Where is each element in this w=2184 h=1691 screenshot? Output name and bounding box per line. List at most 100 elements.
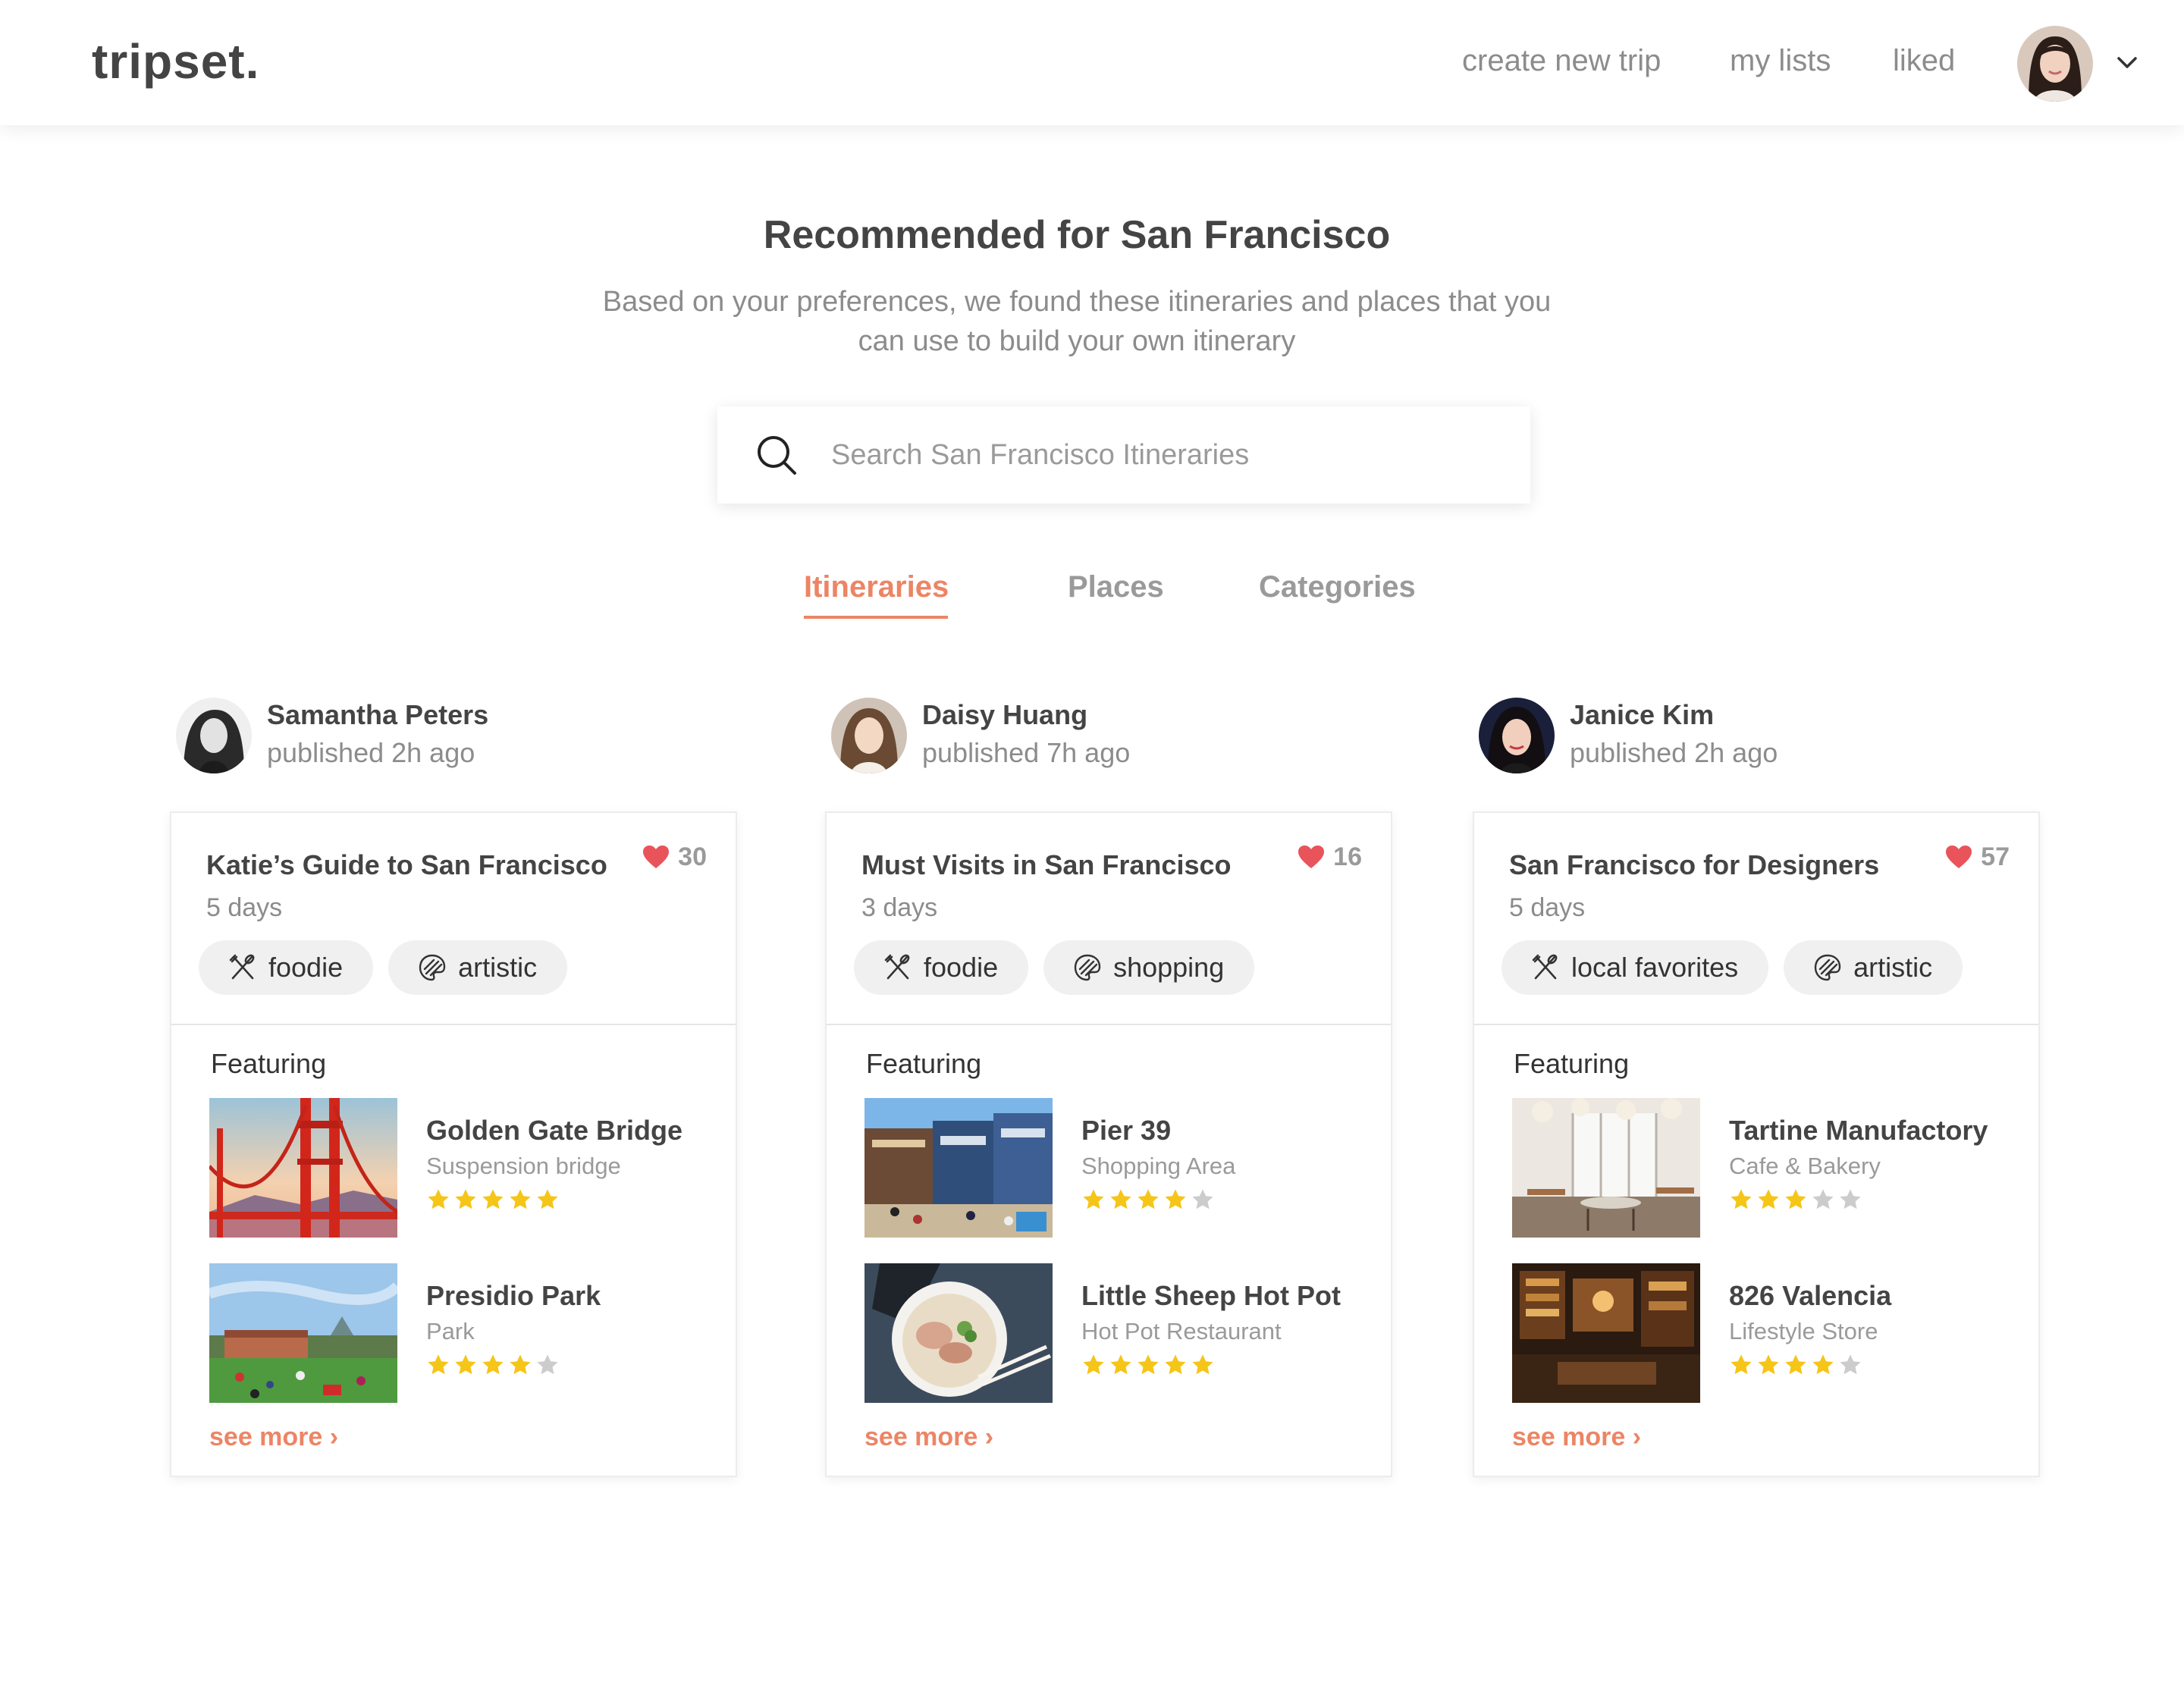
star-empty-icon [1838, 1353, 1862, 1377]
star-filled-icon [1784, 1353, 1808, 1377]
author-2[interactable]: Daisy Huang published 7h ago [831, 698, 1362, 776]
place-photo [864, 1098, 1053, 1238]
star-filled-icon [1811, 1353, 1835, 1377]
star-filled-icon [481, 1353, 505, 1377]
see-more-link[interactable]: see more › [209, 1423, 338, 1452]
star-filled-icon [508, 1353, 532, 1377]
itinerary-title[interactable]: Katie’s Guide to San Francisco [206, 849, 607, 881]
see-more-link[interactable]: see more › [1512, 1423, 1641, 1452]
star-rating [1729, 1353, 1862, 1377]
star-empty-icon [1838, 1187, 1862, 1212]
utensils-icon [1530, 952, 1561, 983]
nav-my-lists[interactable]: my lists [1730, 44, 1831, 78]
star-filled-icon [1136, 1353, 1160, 1377]
logo[interactable]: tripset. [92, 33, 259, 89]
star-filled-icon [1729, 1353, 1753, 1377]
tag-list: foodie artistic [199, 940, 568, 995]
place-item[interactable]: Tartine Manufactory Cafe & Bakery [1512, 1098, 2013, 1238]
author-name: Samantha Peters [267, 699, 489, 730]
place-name: Little Sheep Hot Pot [1081, 1280, 1341, 1311]
star-rating [1729, 1187, 1862, 1212]
itinerary-card[interactable]: Katie’s Guide to San Francisco 30 5 days… [170, 811, 737, 1477]
place-item[interactable]: Little Sheep Hot Pot Hot Pot Restaurant [864, 1263, 1365, 1403]
featuring-label: Featuring [866, 1048, 982, 1079]
place-item[interactable]: 826 Valencia Lifestyle Store [1512, 1263, 2013, 1403]
heart-icon [643, 846, 670, 868]
tag-label: foodie [924, 952, 999, 983]
utensils-icon [883, 952, 913, 983]
tab-categories[interactable]: Categories [1259, 570, 1416, 604]
tag-label: artistic [458, 952, 538, 983]
tag-label: foodie [268, 952, 344, 983]
itinerary-title[interactable]: San Francisco for Designers [1509, 849, 1879, 881]
tag-chip[interactable]: artistic [1784, 940, 1963, 995]
author-published-time: published 2h ago [267, 737, 475, 768]
star-filled-icon [426, 1187, 450, 1212]
chevron-down-icon[interactable] [2114, 50, 2140, 76]
place-name: Tartine Manufactory [1729, 1115, 1988, 1146]
star-rating [1081, 1353, 1215, 1377]
heart-icon [1946, 846, 1972, 868]
user-avatar[interactable] [2017, 26, 2093, 102]
divider [171, 1024, 736, 1025]
trip-duration: 5 days [206, 893, 283, 922]
star-filled-icon [535, 1187, 560, 1212]
tag-chip[interactable]: local favorites [1502, 940, 1769, 995]
place-item[interactable]: Presidio Park Park [209, 1263, 710, 1403]
itinerary-title[interactable]: Must Visits in San Francisco [861, 849, 1231, 881]
itinerary-card[interactable]: Must Visits in San Francisco 16 3 days f… [825, 811, 1392, 1477]
like-count: 16 [1333, 842, 1362, 871]
star-filled-icon [481, 1187, 505, 1212]
tag-chip[interactable]: foodie [854, 940, 1029, 995]
star-filled-icon [1081, 1353, 1106, 1377]
tag-chip[interactable]: shopping [1043, 940, 1255, 995]
itinerary-card[interactable]: San Francisco for Designers 57 5 days lo… [1473, 811, 2040, 1477]
trip-duration: 3 days [861, 893, 938, 922]
author-3[interactable]: Janice Kim published 2h ago [1479, 698, 2010, 776]
author-1[interactable]: Samantha Peters published 2h ago [176, 698, 707, 776]
like-button[interactable]: 30 [642, 839, 707, 875]
nav-create-new-trip[interactable]: create new trip [1462, 44, 1661, 78]
place-item[interactable]: Golden Gate Bridge Suspension bridge [209, 1098, 710, 1238]
star-filled-icon [1081, 1187, 1106, 1212]
tag-list: foodie shopping [854, 940, 1255, 995]
author-name: Janice Kim [1570, 699, 1715, 730]
tag-list: local favorites artistic [1502, 940, 1963, 995]
star-empty-icon [1811, 1187, 1835, 1212]
star-empty-icon [1191, 1187, 1215, 1212]
place-type: Suspension bridge [426, 1153, 621, 1179]
search-input[interactable] [831, 429, 1498, 481]
star-filled-icon [1756, 1353, 1781, 1377]
place-item[interactable]: Pier 39 Shopping Area [864, 1098, 1365, 1238]
like-count: 57 [1981, 842, 2010, 871]
featuring-label: Featuring [1514, 1048, 1630, 1079]
page: tripset. create new trip my lists liked … [0, 0, 2184, 1691]
search-box[interactable] [717, 406, 1530, 504]
star-filled-icon [508, 1187, 532, 1212]
star-filled-icon [426, 1353, 450, 1377]
star-filled-icon [1191, 1353, 1215, 1377]
tab-places[interactable]: Places [1068, 570, 1164, 604]
star-filled-icon [1136, 1187, 1160, 1212]
place-photo [864, 1263, 1053, 1403]
place-photo [1512, 1263, 1700, 1403]
like-button[interactable]: 57 [1944, 839, 2010, 875]
palette-icon [417, 952, 447, 983]
tag-label: shopping [1113, 952, 1225, 983]
like-button[interactable]: 16 [1297, 839, 1362, 875]
top-header: tripset. create new trip my lists liked [0, 0, 2184, 125]
page-subtitle: Based on your preferences, we found thes… [602, 286, 1552, 357]
active-tab-underline [804, 616, 948, 619]
star-filled-icon [1729, 1187, 1753, 1212]
see-more-link[interactable]: see more › [864, 1423, 993, 1452]
place-type: Shopping Area [1081, 1153, 1236, 1179]
tag-chip[interactable]: foodie [199, 940, 374, 995]
tag-chip[interactable]: artistic [388, 940, 568, 995]
author-avatar [831, 698, 907, 773]
place-type: Cafe & Bakery [1729, 1153, 1881, 1179]
star-rating [426, 1353, 560, 1377]
star-filled-icon [1109, 1187, 1133, 1212]
nav-liked[interactable]: liked [1893, 44, 1955, 78]
tab-itineraries[interactable]: Itineraries [804, 570, 949, 604]
star-filled-icon [1784, 1187, 1808, 1212]
